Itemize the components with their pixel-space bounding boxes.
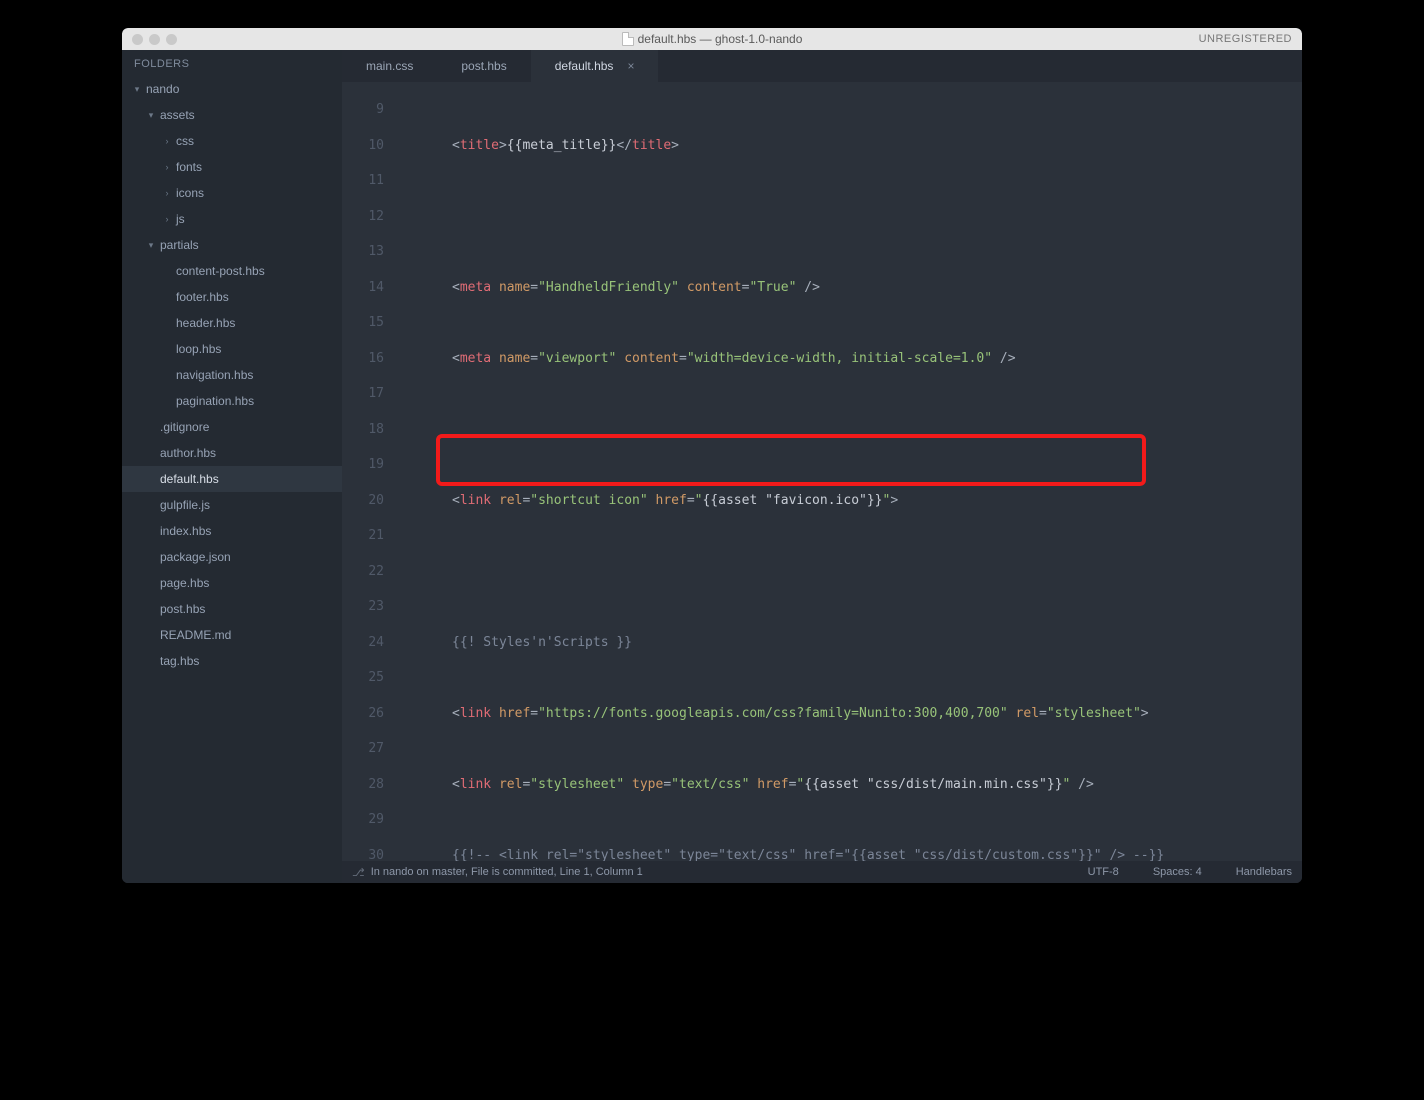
tree-item-label: page.hbs [160,576,209,590]
folder-item[interactable]: › js [122,206,342,232]
tree-item-label: author.hbs [160,446,216,460]
file-item[interactable]: loop.hbs [122,336,342,362]
close-icon[interactable]: × [627,59,634,73]
line-number: 13 [342,234,396,270]
line-number: 23 [342,589,396,625]
line-number: 11 [342,163,396,199]
editor-area[interactable]: 9101112131415161718192021222324252627282… [342,82,1302,861]
line-number: 27 [342,731,396,767]
tree-item-label: nando [146,82,179,96]
line-number: 29 [342,802,396,838]
tabbar: main.css post.hbs default.hbs × [342,50,1302,82]
tab-label: default.hbs [555,59,614,73]
file-item[interactable]: header.hbs [122,310,342,336]
folder-item[interactable]: ▾ partials [122,232,342,258]
file-item[interactable]: pagination.hbs [122,388,342,414]
sidebar: FOLDERS ▾ nando ▾ assets › css › fonts › icons › js… [122,50,342,883]
file-item[interactable]: README.md [122,622,342,648]
file-item[interactable]: default.hbs [122,466,342,492]
status-syntax[interactable]: Handlebars [1236,866,1292,878]
chevron-down-icon: ▾ [146,240,156,251]
statusbar: ⎇ In nando on master, File is committed,… [342,861,1302,883]
file-item[interactable]: gulpfile.js [122,492,342,518]
tree-item-label: package.json [160,550,231,564]
chevron-right-icon: › [162,214,172,224]
line-number: 12 [342,199,396,235]
tab[interactable]: main.css [342,50,437,82]
line-number: 20 [342,483,396,519]
tree-item-label: fonts [176,160,202,174]
folder-item[interactable]: › fonts [122,154,342,180]
file-item[interactable]: post.hbs [122,596,342,622]
file-item[interactable]: index.hbs [122,518,342,544]
line-number: 24 [342,625,396,661]
line-number: 16 [342,341,396,377]
tree-item-label: default.hbs [160,472,219,486]
tree-item-label: js [176,212,185,226]
tree-item-label: loop.hbs [176,342,221,356]
code-content[interactable]: <title>{{meta_title}}</title> <meta name… [396,82,1302,861]
sidebar-header: FOLDERS [122,50,342,76]
line-number: 14 [342,270,396,306]
tab[interactable]: default.hbs × [531,50,659,82]
folder-item[interactable]: › icons [122,180,342,206]
line-number: 18 [342,412,396,448]
line-number: 28 [342,767,396,803]
file-item[interactable]: author.hbs [122,440,342,466]
file-icon [622,32,634,46]
editor-window: default.hbs — ghost-1.0-nando UNREGISTER… [122,28,1302,883]
tree-item-label: post.hbs [160,602,205,616]
folder-item[interactable]: ▾ nando [122,76,342,102]
tab-label: main.css [366,59,413,73]
file-item[interactable]: package.json [122,544,342,570]
chevron-down-icon: ▾ [132,84,142,95]
titlebar: default.hbs — ghost-1.0-nando UNREGISTER… [122,28,1302,50]
tree-item-label: assets [160,108,195,122]
tree-item-label: index.hbs [160,524,211,538]
tree-item-label: header.hbs [176,316,235,330]
tree-item-label: navigation.hbs [176,368,253,382]
tab-label: post.hbs [461,59,506,73]
line-number: 10 [342,128,396,164]
git-icon: ⎇ [352,866,365,879]
tree-item-label: css [176,134,194,148]
chevron-down-icon: ▾ [146,110,156,121]
tree-item-label: content-post.hbs [176,264,265,278]
status-indent[interactable]: Spaces: 4 [1153,866,1202,878]
line-number: 21 [342,518,396,554]
file-item[interactable]: page.hbs [122,570,342,596]
folder-tree: ▾ nando ▾ assets › css › fonts › icons › js ▾ partial… [122,76,342,684]
status-left[interactable]: In nando on master, File is committed, L… [371,866,643,878]
chevron-right-icon: › [162,136,172,146]
chevron-right-icon: › [162,162,172,172]
line-number: 15 [342,305,396,341]
tab[interactable]: post.hbs [437,50,530,82]
line-number: 19 [342,447,396,483]
status-encoding[interactable]: UTF-8 [1088,866,1119,878]
line-number: 26 [342,696,396,732]
line-number-gutter: 9101112131415161718192021222324252627282… [342,82,396,861]
tree-item-label: partials [160,238,199,252]
tree-item-label: .gitignore [160,420,209,434]
tree-item-label: pagination.hbs [176,394,254,408]
line-number: 17 [342,376,396,412]
file-item[interactable]: footer.hbs [122,284,342,310]
folder-item[interactable]: ▾ assets [122,102,342,128]
line-number: 30 [342,838,396,862]
file-item[interactable]: content-post.hbs [122,258,342,284]
file-item[interactable]: .gitignore [122,414,342,440]
tree-item-label: icons [176,186,204,200]
chevron-right-icon: › [162,188,172,198]
tree-item-label: footer.hbs [176,290,229,304]
tree-item-label: tag.hbs [160,654,199,668]
line-number: 22 [342,554,396,590]
tree-item-label: gulpfile.js [160,498,210,512]
line-number: 9 [342,92,396,128]
file-item[interactable]: tag.hbs [122,648,342,674]
line-number: 25 [342,660,396,696]
folder-item[interactable]: › css [122,128,342,154]
window-title: default.hbs — ghost-1.0-nando [122,32,1302,46]
file-item[interactable]: navigation.hbs [122,362,342,388]
tree-item-label: README.md [160,628,231,642]
